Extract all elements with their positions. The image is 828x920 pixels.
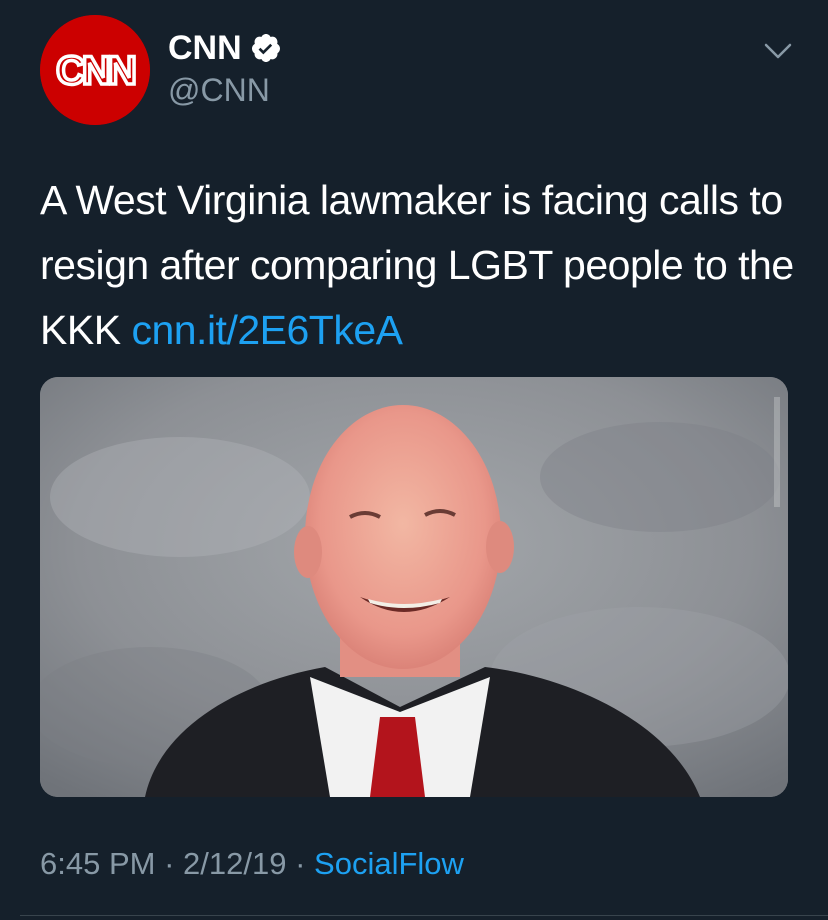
tweet-media-photo[interactable] — [40, 377, 788, 797]
tweet-text: A West Virginia lawmaker is facing calls… — [40, 168, 800, 363]
tweet-source-link[interactable]: SocialFlow — [314, 846, 464, 881]
cnn-logo-icon: CNN — [40, 15, 150, 125]
author-avatar[interactable]: CNN — [40, 15, 150, 125]
photo-of-lawmaker — [40, 377, 788, 797]
author-handle[interactable]: @CNN — [168, 70, 270, 110]
author-display-name[interactable]: CNN — [168, 26, 242, 70]
svg-text:CNN: CNN — [56, 49, 135, 93]
verified-badge-icon — [251, 34, 280, 62]
tweet-time[interactable]: 6:45 PM — [40, 846, 155, 881]
tweet-card: CNN CNN @CNN A West Virginia lawmaker is… — [0, 0, 828, 920]
author-name-row[interactable]: CNN — [168, 26, 282, 70]
meta-separator: · — [295, 846, 306, 881]
tweet-link[interactable]: cnn.it/2E6TkeA — [131, 307, 403, 353]
meta-separator: · — [164, 846, 175, 881]
tweet-date[interactable]: 2/12/19 — [183, 846, 286, 881]
divider — [20, 915, 828, 916]
chevron-down-icon[interactable] — [760, 36, 796, 66]
tweet-meta: 6:45 PM · 2/12/19 · SocialFlow — [40, 842, 464, 886]
